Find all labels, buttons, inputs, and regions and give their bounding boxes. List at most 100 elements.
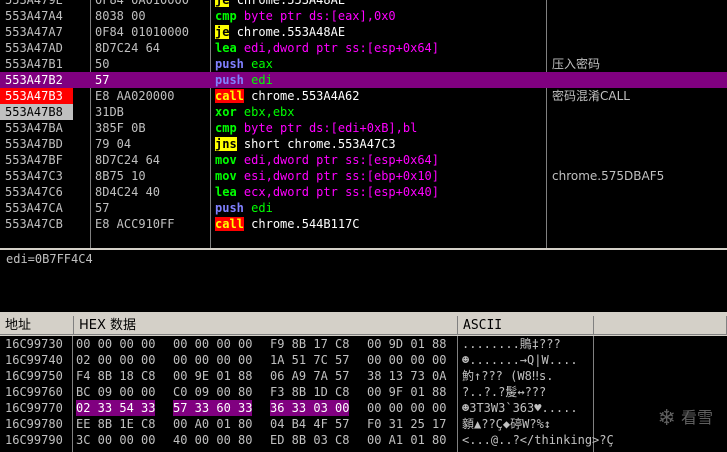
dump-hex-group: F0 31 25 17 [367, 417, 447, 431]
disasm-row[interactable]: 553A47A4 8038 00 cmp byte ptr ds:[eax],0x0 [0, 8, 727, 24]
dump-row[interactable]: 16C99780 EE 8B 1E C8 00 A0 01 80 04 B4 4F 5… [0, 416, 727, 432]
disasm-row[interactable]: 553A47AD 8D7C24 64 lea edi,dword ptr ss:[e… [0, 40, 727, 56]
disasm-row[interactable]: 553A47BF 8D7C24 64 mov edi,dword ptr ss:[e… [0, 152, 727, 168]
disasm-row[interactable]: 553A47B1 50 push eax 压入密码 [0, 56, 727, 72]
dump-address: 16C99770 [5, 401, 63, 415]
dump-hex-group: 3C 00 00 00 [76, 433, 156, 447]
dump-hex-group: 00 00 00 00 [367, 401, 447, 415]
hex-column-header[interactable]: HEX 数据 [74, 316, 458, 335]
disasm-operands: chrome.553A48AE [236, 25, 346, 39]
dump-row[interactable]: 16C99770 02 33 54 33 57 33 60 33 36 33 03 0… [0, 400, 727, 416]
disasm-mnemonic: cmp [215, 9, 237, 23]
snowflake-icon: ❄ [657, 406, 676, 431]
dump-hex-group: 00 A0 01 80 [173, 417, 253, 431]
dump-hex-group: BC 09 00 00 [76, 385, 156, 399]
disasm-address: 553A47C6 [5, 185, 63, 199]
disasm-hex-bytes: 50 [95, 57, 110, 71]
disasm-hex-bytes: 385F 0B [95, 121, 146, 135]
disasm-instruction: jns short chrome.553A47C3 [215, 136, 545, 152]
disasm-row[interactable]: 553A47B2 57 push edi [0, 72, 727, 88]
dump-ascii: ☻.......→Q|W.... [462, 353, 578, 367]
disasm-instruction: xor ebx,ebx [215, 104, 545, 120]
dump-row[interactable]: 16C99790 3C 00 00 00 40 00 00 80 ED 8B 03 C… [0, 432, 727, 448]
disasm-row[interactable]: 553A47C6 8D4C24 40 lea ecx,dword ptr ss:[e… [0, 184, 727, 200]
disasm-instruction: cmp byte ptr ds:[edi+0xB],bl [215, 120, 545, 136]
disasm-mnemonic: push [215, 73, 244, 87]
disassembly-pane[interactable]: 553A479E 0F84 0A010000 je chrome.553A48AE 5… [0, 0, 727, 248]
disasm-hex-bytes: 8D4C24 40 [95, 185, 161, 199]
dump-hex-group: 02 33 54 33 [76, 400, 156, 416]
dump-hex-group: 40 00 00 80 [173, 433, 253, 447]
disasm-hex-bytes: 0F84 0A010000 [95, 0, 189, 7]
dump-hex-group: 00 00 00 00 [173, 353, 253, 367]
dump-hex-group: EE 8B 1E C8 [76, 417, 156, 431]
dump-hex-group: 00 A1 01 80 [367, 433, 447, 447]
disasm-instruction: mov esi,dword ptr ss:[ebp+0x10] [215, 168, 545, 184]
disasm-hex-bytes: 57 [95, 201, 110, 215]
disasm-operands: eax [251, 57, 273, 71]
dump-hex-group: 36 33 03 00 [270, 400, 350, 416]
disasm-hex-bytes: 79 04 [95, 137, 132, 151]
disasm-mnemonic: xor [215, 105, 237, 119]
disasm-hex-bytes: 8B75 10 [95, 169, 146, 183]
disasm-instruction: call chrome.553A4A62 [215, 88, 545, 104]
disasm-row[interactable]: 553A47CA 57 push edi [0, 200, 727, 216]
disasm-operands: short chrome.553A47C3 [243, 137, 396, 151]
disasm-address: 553A47A7 [5, 25, 63, 39]
disasm-operands: chrome.544B117C [251, 217, 360, 231]
disasm-comment: chrome.575DBAF5 [552, 169, 665, 183]
dump-address: 16C99780 [5, 417, 63, 431]
memory-dump-pane[interactable]: 16C99730 00 00 00 00 00 00 00 00 F9 8B 17 C… [0, 336, 727, 452]
dump-ascii: ?..?.?髲↔??? [462, 385, 547, 399]
disasm-instruction: je chrome.553A48AE [215, 0, 545, 8]
disasm-row[interactable]: 553A47B3 E8 AA020000 call chrome.553A4A62 密… [0, 88, 727, 104]
dump-address: 16C99730 [5, 337, 63, 351]
dump-ascii: ........鵙‡??? [462, 337, 561, 351]
dump-hex-group: 00 9D 01 88 [367, 337, 447, 351]
dump-row[interactable]: 16C99740 02 00 00 00 00 00 00 00 1A 51 7C 5… [0, 352, 727, 368]
watermark: ❄ 看雪 [657, 404, 713, 431]
disasm-instruction: mov edi,dword ptr ss:[esp+0x64] [215, 152, 545, 168]
disasm-row[interactable]: 553A479E 0F84 0A010000 je chrome.553A48AE [0, 0, 727, 8]
dump-ascii: 魡↑??? (W8‼s. [462, 369, 554, 383]
disasm-hex-bytes: 8038 00 [95, 9, 146, 23]
dump-hex-group: 00 00 00 00 [173, 337, 253, 351]
disasm-operands: byte ptr ds:[eax],0x0 [243, 9, 396, 23]
dump-hex-group: F9 8B 17 C8 [270, 337, 350, 351]
dump-hex-group: F3 8B 1D C8 [270, 385, 350, 399]
dump-hex-group: 04 B4 4F 57 [270, 417, 350, 431]
info-pane: edi=0B7FF4C4 [0, 250, 727, 312]
dump-hex-group: 06 A9 7A 57 [270, 369, 350, 383]
disasm-mnemonic: mov [215, 153, 237, 167]
disasm-instruction: push edi [215, 200, 545, 216]
disasm-row[interactable]: 553A47BA 385F 0B cmp byte ptr ds:[edi+0xB]… [0, 120, 727, 136]
disasm-instruction: push edi [215, 72, 545, 88]
disasm-row[interactable]: 553A47BD 79 04 jns short chrome.553A47C3 [0, 136, 727, 152]
disasm-operands: ecx,dword ptr ss:[esp+0x40] [243, 185, 439, 199]
dump-row[interactable]: 16C99760 BC 09 00 00 C0 09 00 80 F3 8B 1D C… [0, 384, 727, 400]
disasm-address: 553A47CA [5, 201, 63, 215]
dump-row[interactable]: 16C99730 00 00 00 00 00 00 00 00 F9 8B 17 C… [0, 336, 727, 352]
disasm-row[interactable]: 553A47C3 8B75 10 mov esi,dword ptr ss:[ebp… [0, 168, 727, 184]
disasm-hex-bytes: 8D7C24 64 [95, 153, 161, 167]
disasm-instruction: cmp byte ptr ds:[eax],0x0 [215, 8, 545, 24]
disasm-operands: chrome.553A48AE [236, 0, 346, 7]
disasm-address: 553A47BF [5, 153, 63, 167]
ascii-column-header[interactable]: ASCII [458, 316, 594, 335]
disasm-row[interactable]: 553A47B8 31DB xor ebx,ebx [0, 104, 727, 120]
dump-address: 16C99750 [5, 369, 63, 383]
disasm-hex-bytes: E8 ACC910FF [95, 217, 175, 231]
disasm-row[interactable]: 553A47CB E8 ACC910FF call chrome.544B117C [0, 216, 727, 232]
disasm-mnemonic: push [215, 57, 244, 71]
address-column-header[interactable]: 地址 [0, 316, 74, 335]
dump-header: 地址 HEX 数据 ASCII [0, 316, 727, 336]
dump-address: 16C99760 [5, 385, 63, 399]
disasm-address: 553A47C3 [5, 169, 63, 183]
dump-row[interactable]: 16C99750 F4 8B 18 C8 00 9E 01 88 06 A9 7A 5… [0, 368, 727, 384]
disasm-row[interactable]: 553A47A7 0F84 01010000 je chrome.553A48AE [0, 24, 727, 40]
dump-hex-group: F4 8B 18 C8 [76, 369, 156, 383]
disasm-operands: esi,dword ptr ss:[ebp+0x10] [243, 169, 439, 183]
disasm-address: 553A47B1 [5, 57, 63, 71]
disasm-instruction: lea ecx,dword ptr ss:[esp+0x40] [215, 184, 545, 200]
disasm-instruction: push eax [215, 56, 545, 72]
